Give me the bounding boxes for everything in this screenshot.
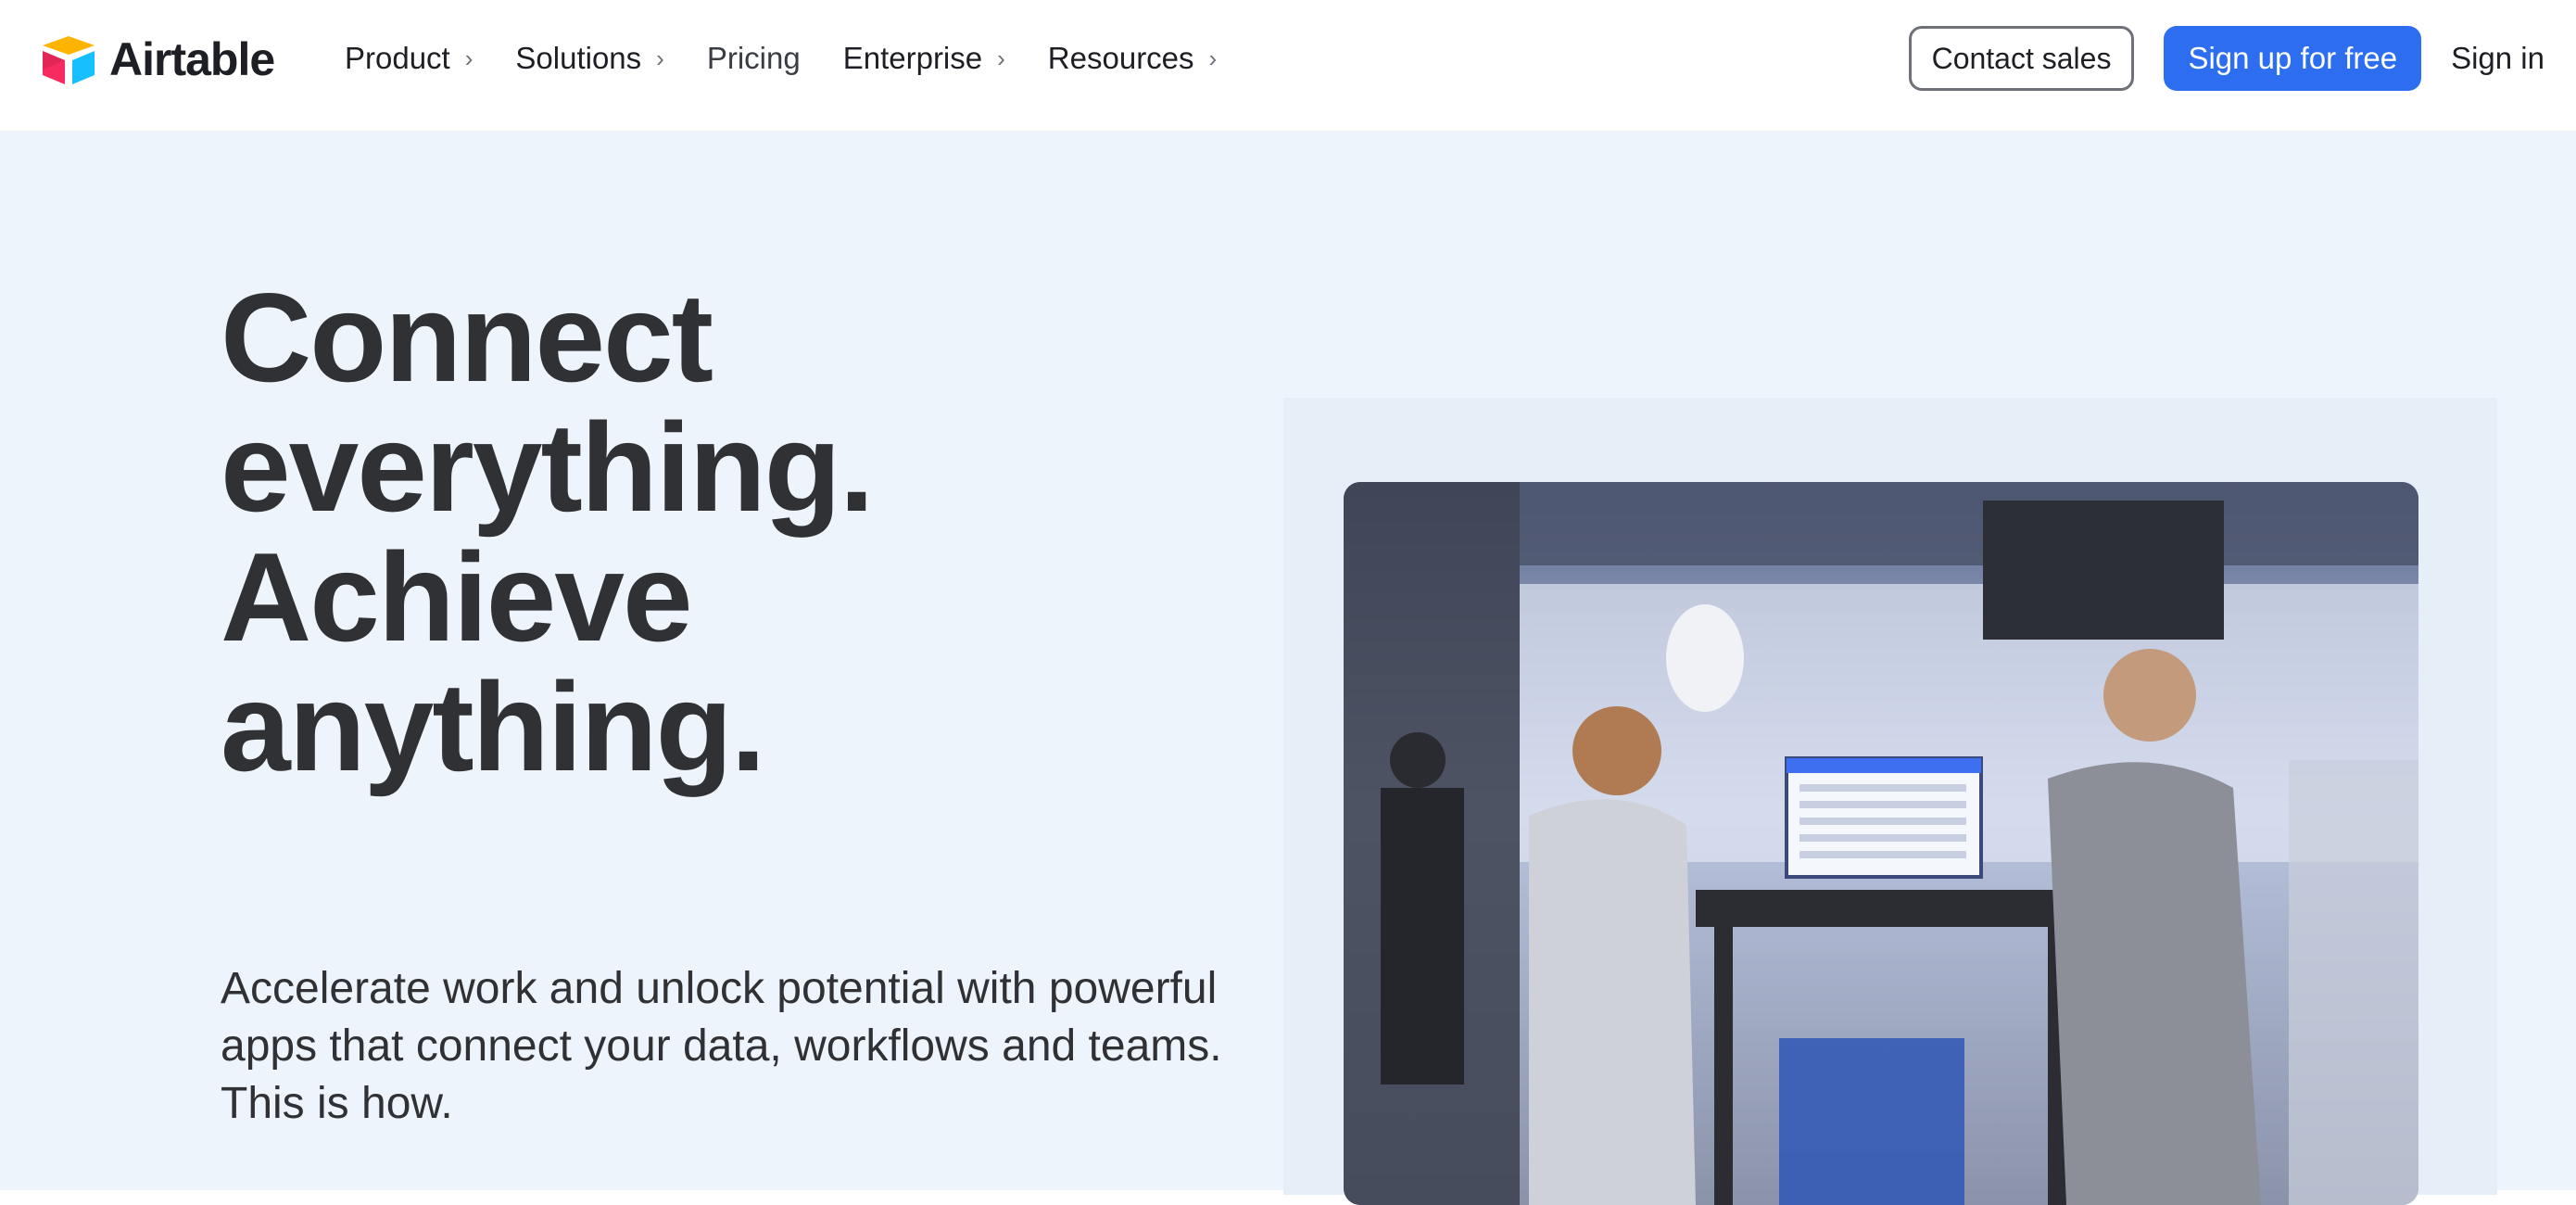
nav-item-enterprise[interactable]: Enterprise › xyxy=(843,41,1005,76)
nav-item-label: Pricing xyxy=(706,41,801,75)
nav-item-solutions[interactable]: Solutions › xyxy=(515,41,663,76)
headline-line: Achieve xyxy=(221,526,693,667)
hero-video[interactable] xyxy=(1344,482,2418,1205)
primary-nav: Product › Solutions › Pricing Enterprise… xyxy=(345,0,1259,117)
hero-headline: Connect everything. Achieve anything. xyxy=(221,273,1332,792)
nav-item-label: Resources xyxy=(1047,41,1194,75)
nav-item-label: Enterprise xyxy=(842,41,983,75)
headline-line: everything. xyxy=(221,397,875,538)
headline-line: anything. xyxy=(221,656,765,797)
nav-item-label: Solutions xyxy=(515,41,642,75)
nav-actions: Contact sales Sign up for free Sign in xyxy=(1908,26,2544,91)
signin-link[interactable]: Sign in xyxy=(2451,41,2544,76)
hero-subhead: Accelerate work and unlock potential wit… xyxy=(221,964,1222,1128)
airtable-logo[interactable]: Airtable xyxy=(37,32,275,87)
nav-item-pricing[interactable]: Pricing xyxy=(707,41,801,76)
nav-item-resources[interactable]: Resources › xyxy=(1048,41,1217,76)
nav-item-label: Product xyxy=(345,41,450,75)
headline-line: Connect xyxy=(221,267,713,408)
top-nav: Airtable Product › Solutions › Pricing E… xyxy=(0,0,2576,132)
chevron-right-icon: › xyxy=(1208,44,1218,72)
chevron-right-icon: › xyxy=(997,44,1005,72)
studio-scene-image xyxy=(1344,482,2418,1205)
signup-button[interactable]: Sign up for free xyxy=(2164,26,2422,91)
nav-item-product[interactable]: Product › xyxy=(345,41,473,76)
chevron-right-icon: › xyxy=(656,44,664,72)
contact-sales-button[interactable]: Contact sales xyxy=(1908,26,2135,91)
airtable-logo-icon xyxy=(43,36,95,84)
brand-name: Airtable xyxy=(109,33,275,85)
chevron-right-icon: › xyxy=(464,44,474,72)
